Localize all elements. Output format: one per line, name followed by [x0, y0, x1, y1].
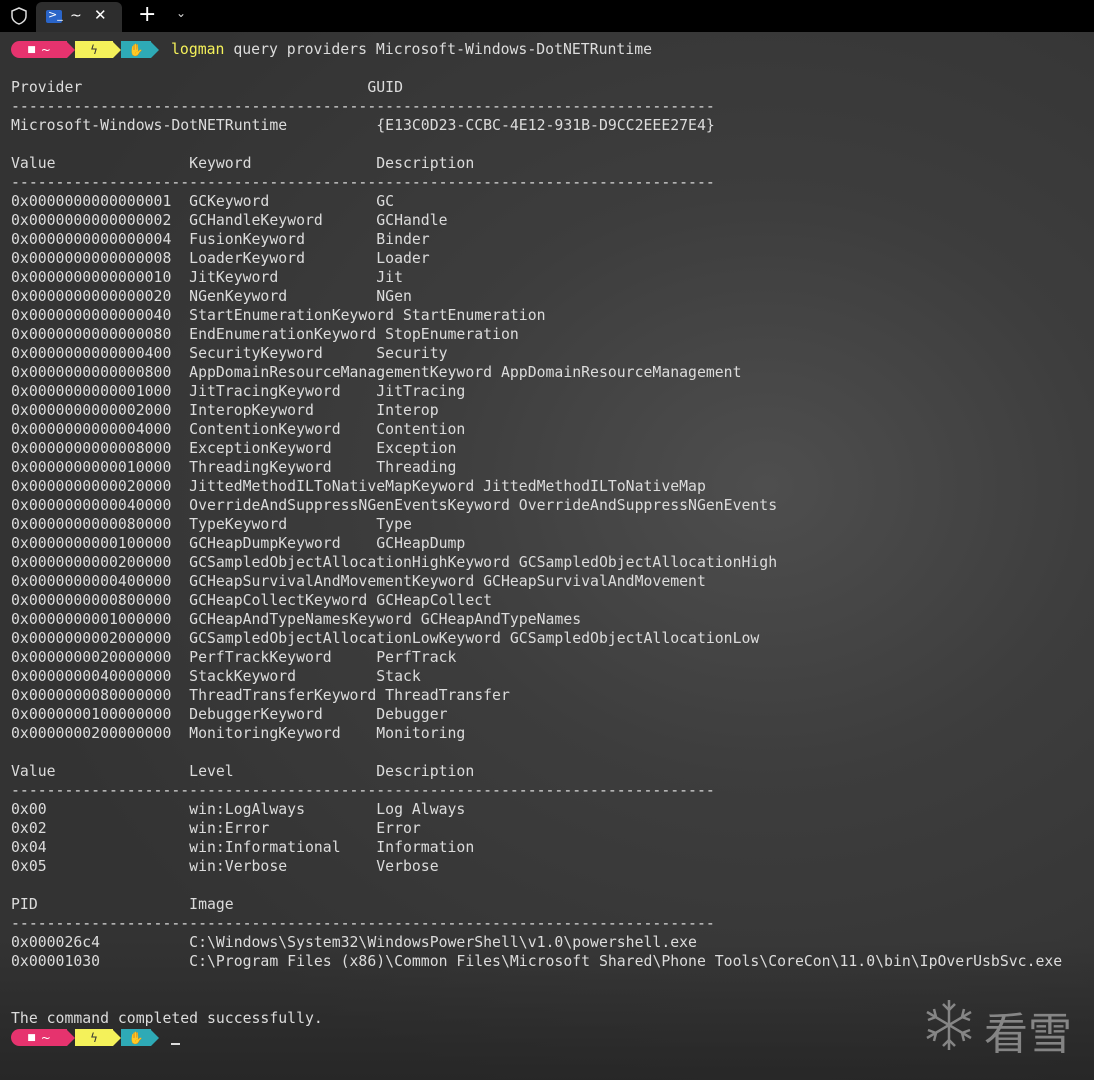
- output-line: 0x05 win:Verbose Verbose: [11, 858, 439, 875]
- output-line: 0x02 win:Error Error: [11, 820, 421, 837]
- shield-icon: [11, 7, 27, 25]
- powershell-icon: >_: [46, 8, 63, 23]
- prompt-separator: [113, 41, 121, 58]
- tab-powershell[interactable]: >_ ~ ✕: [36, 2, 122, 32]
- hand-icon: ✋: [128, 42, 144, 57]
- prompt-separator: [67, 1029, 75, 1046]
- output-line: 0x0000000100000000 DebuggerKeyword Debug…: [11, 706, 448, 723]
- tab-bar: >_ ~ ✕ + ⌄: [0, 0, 1094, 32]
- output-lines: Provider GUID ---------------------------…: [11, 59, 1094, 1028]
- output-line: 0x0000000000008000 ExceptionKeyword Exce…: [11, 440, 457, 457]
- prompt-segment-path: ■ ~: [11, 1029, 67, 1046]
- prompt-separator: [151, 41, 159, 58]
- output-line: 0x0000000000000010 JitKeyword Jit: [11, 269, 403, 286]
- new-tab-button[interactable]: +: [138, 2, 156, 27]
- folder-icon: ■: [27, 44, 36, 55]
- output-line: 0x0000000000000040 StartEnumerationKeywo…: [11, 307, 546, 324]
- output-line: 0x0000000000000400 SecurityKeyword Secur…: [11, 345, 448, 362]
- snowflake-icon: [926, 1000, 972, 1050]
- output-line: 0x0000000002000000 GCSampledObjectAlloca…: [11, 630, 760, 647]
- output-line: 0x0000000000000020 NGenKeyword NGen: [11, 288, 412, 305]
- output-line: 0x04 win:Informational Information: [11, 839, 475, 856]
- output-line: 0x0000000080000000 ThreadTransferKeyword…: [11, 687, 510, 704]
- output-line: 0x0000000040000000 StackKeyword Stack: [11, 668, 421, 685]
- output-line: 0x0000000000001000 JitTracingKeyword Jit…: [11, 383, 466, 400]
- home-path: ~: [40, 42, 51, 57]
- output-line: 0x000026c4 C:\Windows\System32\WindowsPo…: [11, 934, 697, 951]
- output-line: 0x0000000000000008 LoaderKeyword Loader: [11, 250, 430, 267]
- output-line: 0x0000000020000000 PerfTrackKeyword Perf…: [11, 649, 457, 666]
- output-line: 0x0000000000100000 GCHeapDumpKeyword GCH…: [11, 535, 466, 552]
- output-line: 0x0000000000000080 EndEnumerationKeyword…: [11, 326, 519, 343]
- chevron-down-icon[interactable]: ⌄: [176, 6, 186, 20]
- output-line: Value Level Description: [11, 763, 475, 780]
- output-line: 0x0000000200000000 MonitoringKeyword Mon…: [11, 725, 466, 742]
- bolt-icon: ϟ: [90, 1030, 98, 1045]
- output-line: 0x0000000000000800 AppDomainResourceMana…: [11, 364, 742, 381]
- output-line: 0x0000000000040000 OverrideAndSuppressNG…: [11, 497, 778, 514]
- prompt-line: ■ ~ ϟ ✋ logman query providers Microsoft…: [11, 40, 1094, 59]
- output-line: Value Keyword Description: [11, 155, 475, 172]
- output-line: ----------------------------------------…: [11, 915, 715, 932]
- output-line: 0x0000000000002000 InteropKeyword Intero…: [11, 402, 439, 419]
- output-line: 0x0000000000004000 ContentionKeyword Con…: [11, 421, 466, 438]
- output-line: 0x0000000000080000 TypeKeyword Type: [11, 516, 412, 533]
- output-line: 0x0000000000000004 FusionKeyword Binder: [11, 231, 430, 248]
- tab-title: ~: [70, 8, 82, 24]
- output-line: PID Image: [11, 896, 234, 913]
- command-name: logman: [171, 41, 225, 58]
- prompt-separator: [67, 41, 75, 58]
- output-line: 0x0000000000800000 GCHeapCollectKeyword …: [11, 592, 493, 609]
- output-line: 0x0000000000000002 GCHandleKeyword GCHan…: [11, 212, 448, 229]
- watermark: 看雪: [922, 996, 1082, 1060]
- prompt-segment-status: ✋: [121, 1029, 151, 1046]
- output-line: 0x0000000000400000 GCHeapSurvivalAndMove…: [11, 573, 706, 590]
- text-cursor[interactable]: [171, 1042, 180, 1045]
- prompt-segment-path: ■ ~: [11, 41, 67, 58]
- close-icon[interactable]: ✕: [94, 6, 107, 24]
- prompt-separator: [113, 1029, 121, 1046]
- prompt-segment-status: ✋: [121, 41, 151, 58]
- prompt-separator: [151, 1029, 159, 1046]
- output-line: ----------------------------------------…: [11, 174, 715, 191]
- output-line: 0x0000000001000000 GCHeapAndTypeNamesKey…: [11, 611, 582, 628]
- output-line: ----------------------------------------…: [11, 98, 715, 115]
- prompt-segment-admin: ϟ: [75, 1029, 113, 1046]
- output-line: 0x0000000000200000 GCSampledObjectAlloca…: [11, 554, 778, 571]
- bolt-icon: ϟ: [90, 42, 98, 57]
- command-args: query providers Microsoft-Windows-DotNET…: [224, 41, 653, 58]
- output-line: 0x0000000000010000 ThreadingKeyword Thre…: [11, 459, 457, 476]
- output-line: 0x0000000000000001 GCKeyword GC: [11, 193, 395, 210]
- output-line: 0x00001030 C:\Program Files (x86)\Common…: [11, 953, 1063, 970]
- folder-icon: ■: [27, 1032, 36, 1043]
- output-line: 0x0000000000020000 JittedMethodILToNativ…: [11, 478, 706, 495]
- output-line: Provider GUID: [11, 79, 403, 96]
- output-line: Microsoft-Windows-DotNETRuntime {E13C0D2…: [11, 117, 715, 134]
- output-line: ----------------------------------------…: [11, 782, 715, 799]
- home-path: ~: [40, 1030, 51, 1045]
- terminal-output[interactable]: ■ ~ ϟ ✋ logman query providers Microsoft…: [11, 40, 1094, 1047]
- hand-icon: ✋: [128, 1030, 144, 1045]
- output-line: 0x00 win:LogAlways Log Always: [11, 801, 466, 818]
- prompt-segment-admin: ϟ: [75, 41, 113, 58]
- watermark-text: 看雪: [984, 1009, 1072, 1060]
